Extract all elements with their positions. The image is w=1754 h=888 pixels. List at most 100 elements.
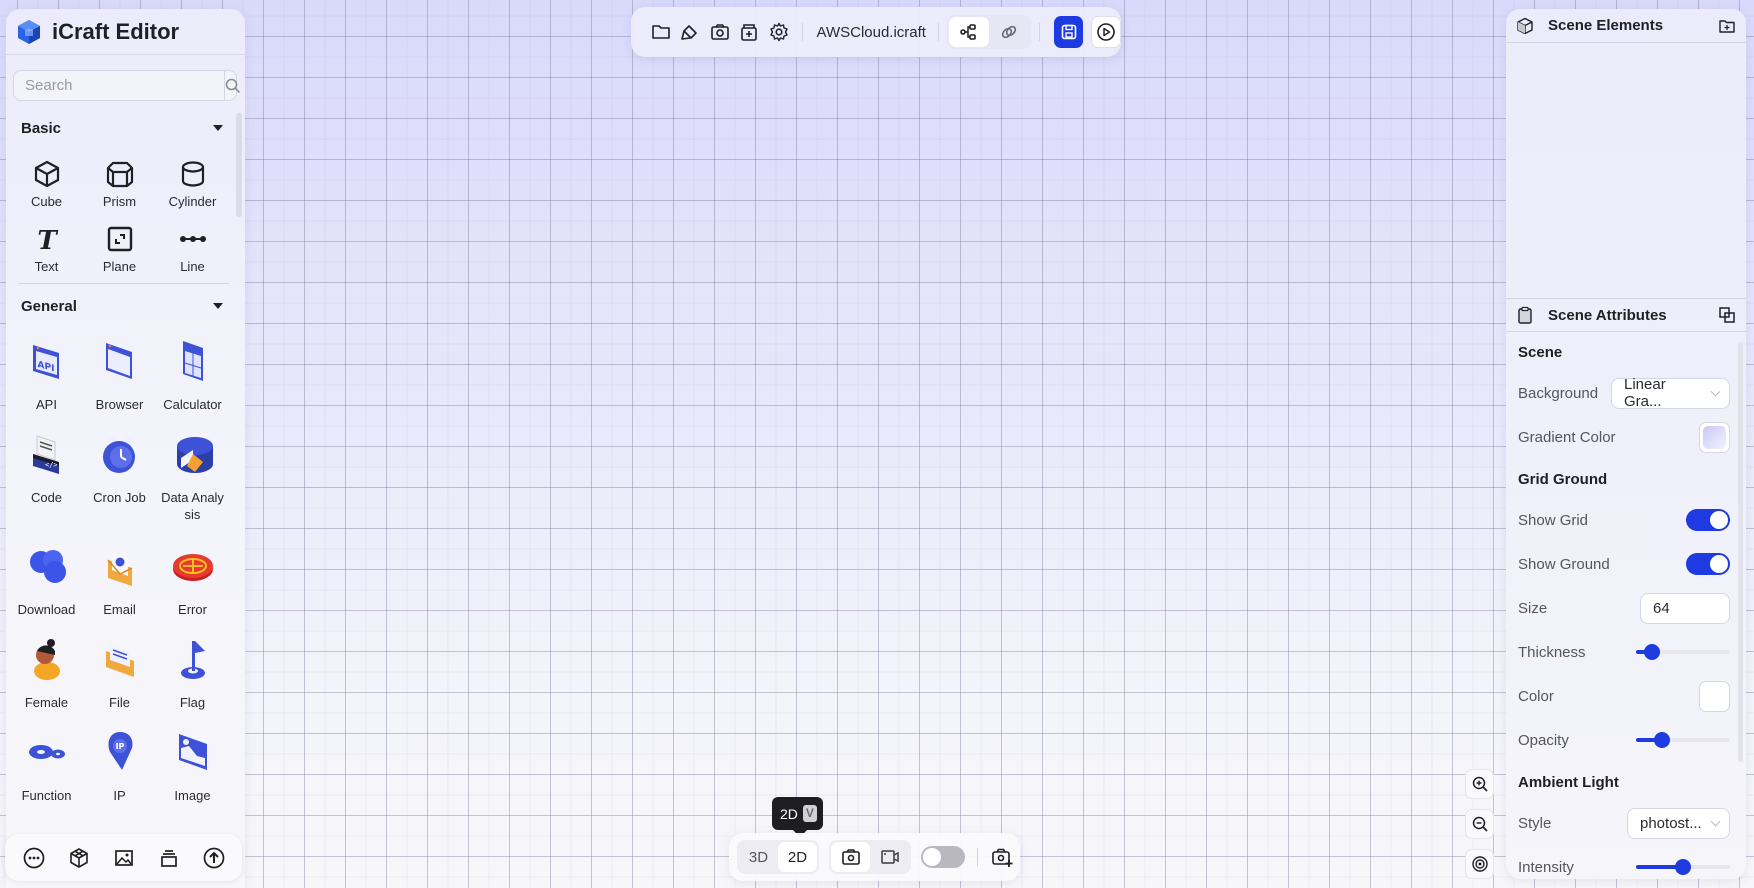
screenshot-button[interactable] xyxy=(705,16,735,48)
shape-prism[interactable]: Prism xyxy=(83,147,156,212)
copy-icon[interactable] xyxy=(1718,306,1736,324)
thickness-row: Thickness xyxy=(1518,630,1734,674)
save-icon xyxy=(1061,24,1076,40)
svg-text:IP: IP xyxy=(115,742,124,751)
background-row: Background Linear Gra... xyxy=(1518,371,1734,415)
tile-label: Plane xyxy=(102,259,137,274)
component-calculator[interactable]: Calculator xyxy=(156,328,229,421)
photo-camera-button[interactable] xyxy=(831,842,870,872)
open-file-button[interactable] xyxy=(646,16,676,48)
flag-icon xyxy=(170,636,216,682)
focus-center-button[interactable] xyxy=(1465,849,1494,879)
tile-label: Data Analy sis xyxy=(161,490,224,522)
more-button[interactable] xyxy=(20,844,48,872)
upload-button[interactable] xyxy=(200,844,228,872)
background-select[interactable]: Linear Gra... xyxy=(1611,376,1730,410)
shape-cube[interactable]: Cube xyxy=(10,147,83,212)
component-cron-job[interactable]: Cron Job xyxy=(83,421,156,514)
save-button[interactable] xyxy=(1053,16,1084,48)
component-data-analysis[interactable]: Data Analy sis xyxy=(156,421,229,533)
style-select[interactable]: photost... xyxy=(1627,807,1730,839)
image-icon xyxy=(170,729,216,775)
size-input[interactable] xyxy=(1640,592,1730,624)
zoom-in-icon xyxy=(1472,776,1488,792)
component-female[interactable]: Female xyxy=(10,626,83,719)
file-name[interactable]: AWSCloud.icraft xyxy=(811,24,930,41)
tile-label: Function xyxy=(21,788,72,803)
browser-icon xyxy=(97,338,143,384)
intensity-slider[interactable] xyxy=(1636,859,1730,875)
image-library-button[interactable] xyxy=(110,844,138,872)
model-icon xyxy=(69,847,88,868)
scene-elements-title: Scene Elements xyxy=(1548,17,1664,34)
group-title-scene: Scene xyxy=(1518,344,1563,361)
component-email[interactable]: Email xyxy=(83,533,156,626)
show-grid-toggle[interactable] xyxy=(1686,509,1730,531)
component-file[interactable]: File xyxy=(83,626,156,719)
brush-button[interactable] xyxy=(676,16,706,48)
thickness-slider[interactable] xyxy=(1636,644,1730,660)
grid-color-row: Color xyxy=(1518,674,1734,718)
view-2d-button[interactable]: 2D xyxy=(778,842,817,872)
opacity-slider[interactable] xyxy=(1636,732,1730,748)
more-icon xyxy=(23,847,44,868)
play-button[interactable] xyxy=(1091,16,1122,48)
component-image[interactable]: Image xyxy=(156,719,229,812)
attributes-scrollbar[interactable] xyxy=(1738,342,1743,762)
component-api[interactable]: API API xyxy=(10,328,83,421)
component-flag[interactable]: Flag xyxy=(156,626,229,719)
search-input[interactable] xyxy=(14,71,224,100)
slider-handle[interactable] xyxy=(1653,732,1670,748)
component-error[interactable]: Error xyxy=(156,533,229,626)
shape-text[interactable]: T Text xyxy=(10,212,83,277)
shape-plane[interactable]: Plane xyxy=(83,212,156,277)
zoom-in-button[interactable] xyxy=(1465,769,1494,799)
component-function[interactable]: Function xyxy=(10,719,83,812)
ip-icon: IP xyxy=(97,729,143,775)
component-code[interactable]: </> Code xyxy=(10,421,83,514)
video-camera-button[interactable] xyxy=(870,842,909,872)
shape-line[interactable]: Line xyxy=(156,212,229,277)
graph-mode-button[interactable] xyxy=(948,17,989,47)
cylinder-icon xyxy=(181,161,204,187)
background-value: Linear Gra... xyxy=(1624,376,1666,410)
tile-label: Cron Job xyxy=(93,490,146,505)
show-ground-toggle[interactable] xyxy=(1686,553,1730,575)
file-icon xyxy=(97,636,143,682)
chevron-down-icon xyxy=(1710,816,1721,826)
tile-label: Browser xyxy=(95,397,144,412)
link-mode-button[interactable] xyxy=(989,17,1029,47)
section-header-basic[interactable]: Basic xyxy=(6,109,245,147)
section-header-general[interactable]: General xyxy=(6,284,245,328)
grid-color-picker[interactable] xyxy=(1699,680,1730,712)
slider-handle[interactable] xyxy=(1675,859,1691,875)
component-download[interactable]: Download xyxy=(10,533,83,626)
library-scrollbar[interactable] xyxy=(236,113,242,217)
add-to-archive-button[interactable] xyxy=(735,16,765,48)
settings-button[interactable] xyxy=(764,16,794,48)
tile-label: Image xyxy=(174,788,211,803)
model-library-button[interactable] xyxy=(65,844,93,872)
component-ip[interactable]: IP IP xyxy=(83,719,156,812)
library-scroll-area: Basic Cube Prism Cylinder T Text Plane L… xyxy=(6,109,245,888)
zoom-out-button[interactable] xyxy=(1465,809,1494,839)
camera-toggle[interactable] xyxy=(921,846,965,868)
search-icon xyxy=(225,78,241,93)
slider-handle[interactable] xyxy=(1643,644,1660,660)
add-camera-button[interactable] xyxy=(986,841,1018,873)
shape-cylinder[interactable]: Cylinder xyxy=(156,147,229,212)
search-button[interactable] xyxy=(224,71,241,100)
clipboard-icon xyxy=(1518,306,1532,324)
scene-canvas[interactable] xyxy=(0,0,1754,888)
layers-button[interactable] xyxy=(155,844,183,872)
brush-icon xyxy=(681,25,698,40)
gradient-color-label: Gradient Color xyxy=(1518,428,1616,446)
folder-add-icon[interactable] xyxy=(1718,17,1736,35)
component-browser[interactable]: Browser xyxy=(83,328,156,421)
tile-label: Calculator xyxy=(163,397,222,412)
scene-elements-list[interactable] xyxy=(1506,43,1746,299)
view-3d-button[interactable]: 3D xyxy=(739,842,778,872)
library-header: iCraft Editor xyxy=(6,9,245,55)
gradient-color-picker[interactable] xyxy=(1699,421,1730,453)
tile-label: Flag xyxy=(179,695,206,710)
